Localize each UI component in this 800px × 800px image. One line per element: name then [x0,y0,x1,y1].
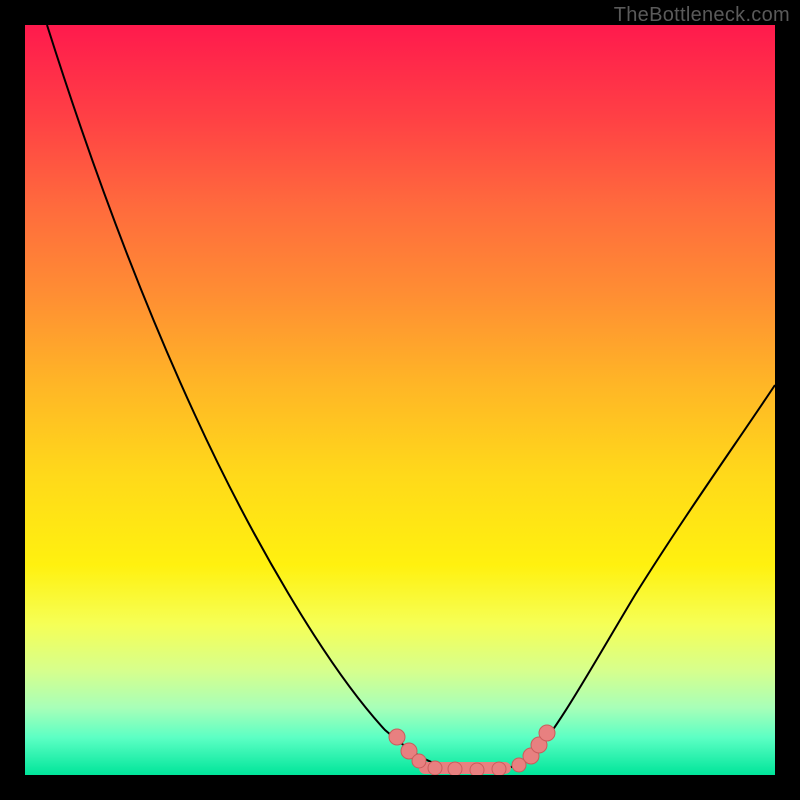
curve-marker [470,763,484,775]
bottleneck-curve-svg [25,25,775,775]
curve-marker [389,729,405,745]
curve-marker [448,762,462,775]
chart-plot-area [25,25,775,775]
curve-marker [412,754,426,768]
curve-marker [428,761,442,775]
curve-marker [539,725,555,741]
watermark-source: TheBottleneck.com [614,4,790,27]
bottleneck-curve [47,25,775,769]
curve-marker [492,762,506,775]
